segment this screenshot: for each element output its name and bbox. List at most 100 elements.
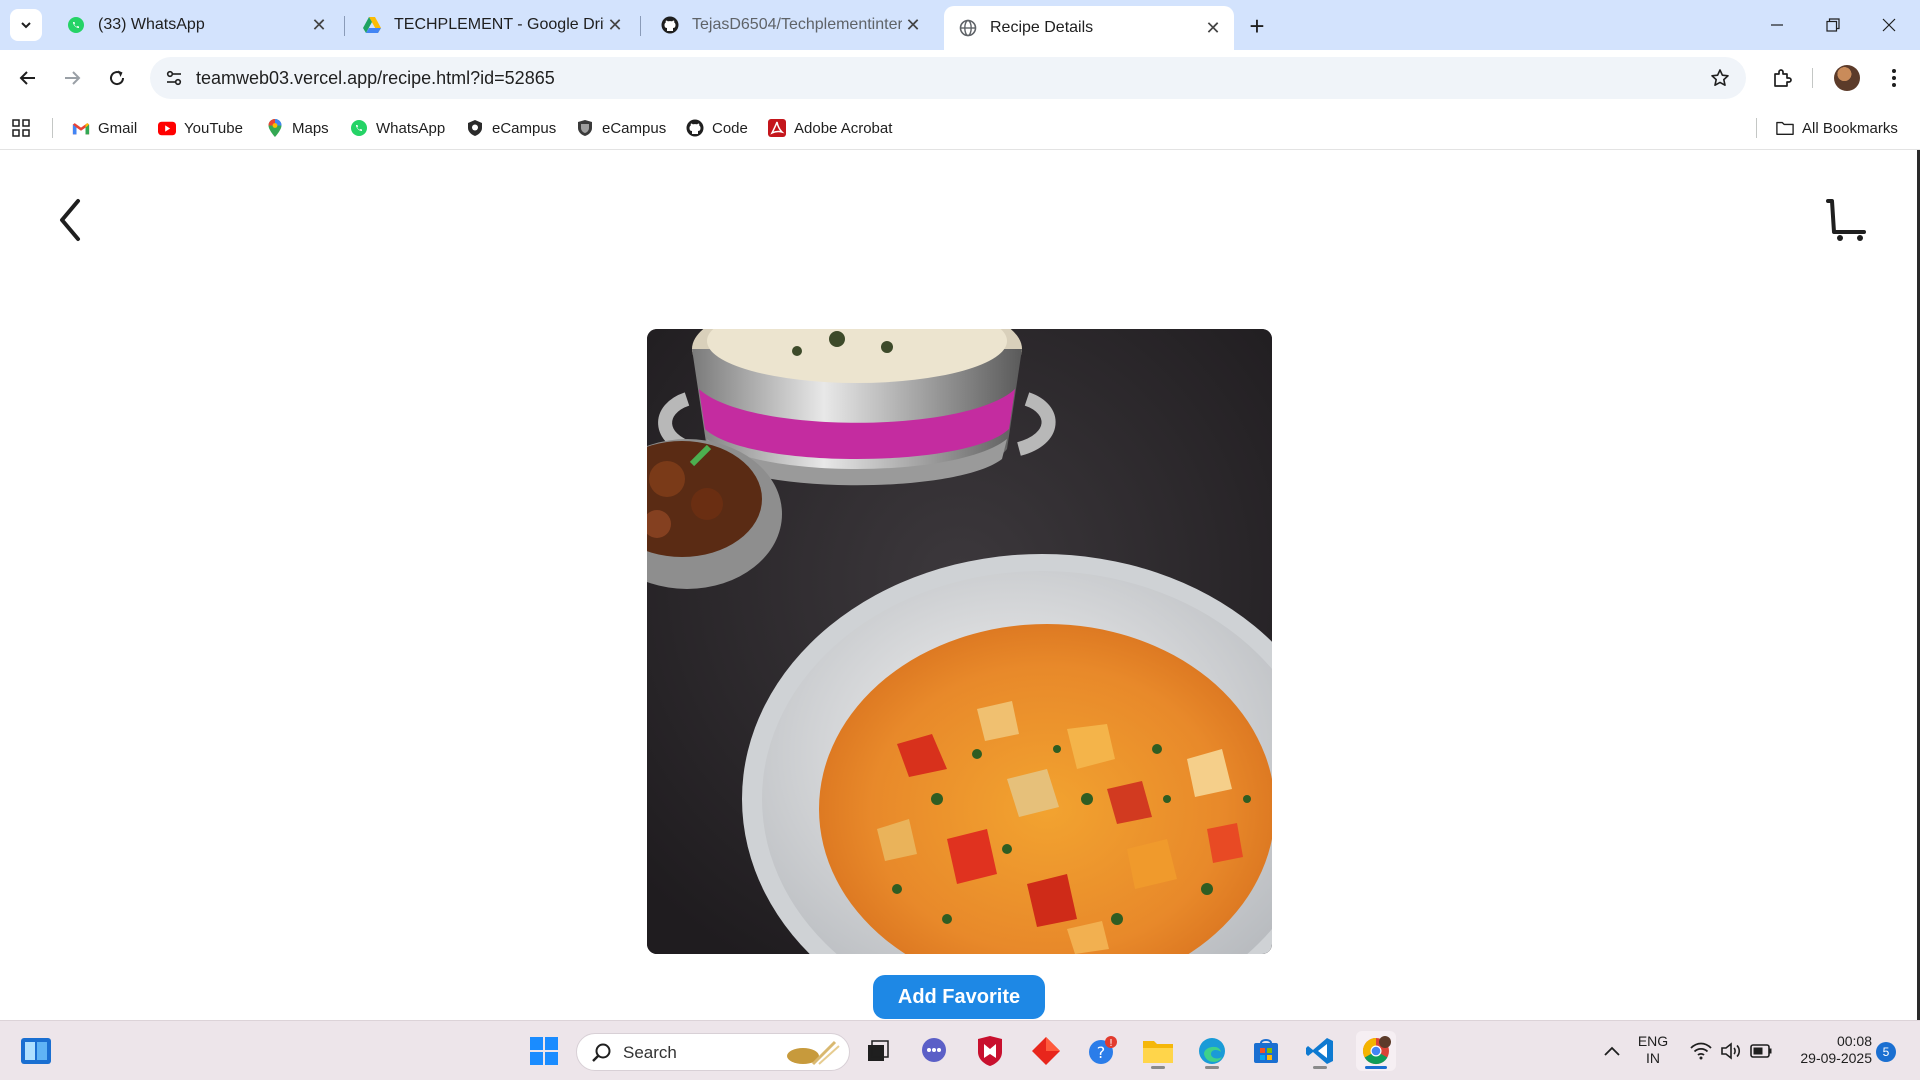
recipe-image [647,329,1272,954]
extensions-icon[interactable] [1768,64,1796,92]
language-indicator[interactable]: ENG IN [1630,1033,1676,1067]
cart-button[interactable] [1824,198,1870,242]
bookmark-adobe-acrobat[interactable]: Adobe Acrobat [768,116,892,140]
close-icon[interactable]: ✕ [604,14,626,36]
store-icon [1254,1039,1278,1063]
menu-kebab-icon[interactable] [1880,64,1908,92]
reload-icon [110,70,125,86]
profile-avatar[interactable] [1834,65,1860,91]
new-tab-button[interactable]: + [1242,11,1272,41]
bookmark-ecampus-2[interactable]: eCampus [576,116,666,140]
start-button[interactable] [524,1031,564,1071]
chat-icon [922,1038,946,1062]
forward-button[interactable] [54,60,90,96]
windows-taskbar: Search ?! ENG IN 00:08 29-09-2025 5 [0,1020,1920,1080]
clock-time: 00:08 [1836,1033,1872,1049]
help-icon: ?! [1089,1036,1117,1064]
bookmark-ecampus[interactable]: eCampus [466,116,556,140]
page-back-button[interactable] [50,198,90,242]
whatsapp-icon [66,15,86,35]
vscode-icon [1306,1038,1333,1064]
mcafee-shield-icon [978,1036,1002,1066]
bookmark-gmail[interactable]: Gmail [72,116,137,140]
bookmark-maps[interactable]: Maps [266,116,329,140]
bookmark-label: Maps [292,119,329,137]
folder-icon [1143,1041,1173,1063]
tab-divider [640,16,641,36]
ecampus-icon [466,119,484,137]
bookmark-whatsapp[interactable]: WhatsApp [350,116,445,140]
clock[interactable]: 00:08 29-09-2025 [1782,1033,1872,1067]
acrobat-icon [768,119,786,137]
widgets-button[interactable] [16,1031,56,1071]
show-hidden-icons-button[interactable] [1592,1031,1632,1071]
mcafee-button[interactable] [970,1031,1010,1071]
browser-toolbar: teamweb03.vercel.app/recipe.html?id=5286… [0,50,1920,106]
youtube-icon [158,119,176,137]
task-view-icon [868,1040,889,1061]
bookmark-star-icon[interactable] [1708,66,1732,90]
tab-github[interactable]: TejasD6504/Techplementinterns ✕ [646,8,934,42]
bookmark-label: eCampus [602,119,667,137]
tab-whatsapp[interactable]: (33) WhatsApp ✕ [52,8,340,42]
close-icon[interactable]: ✕ [902,14,924,36]
chevron-up-icon [1604,1046,1620,1056]
chevron-left-icon [60,199,80,241]
back-button[interactable] [10,60,46,96]
chrome-button[interactable] [1356,1031,1396,1071]
site-info-icon[interactable] [160,64,188,92]
vscode-button[interactable] [1300,1031,1340,1071]
tab-recipe-details[interactable]: Recipe Details ✕ [944,6,1234,50]
language-line-2: IN [1646,1050,1660,1066]
reload-button[interactable] [99,60,135,96]
tab-title: TECHPLEMENT - Google Drive [394,16,604,33]
notification-badge[interactable]: 5 [1876,1042,1896,1062]
minimize-button[interactable] [1754,8,1800,42]
add-favorite-button[interactable]: Add Favorite [873,975,1045,1019]
google-drive-icon [362,15,382,35]
tab-strip: (33) WhatsApp ✕ TECHPLEMENT - Google Dri… [0,0,1920,50]
taskbar-search[interactable]: Search [576,1033,850,1071]
close-window-button[interactable] [1866,8,1912,42]
file-explorer-button[interactable] [1138,1031,1178,1071]
bookmark-youtube[interactable]: YouTube [158,116,243,140]
shield-icon [576,119,594,137]
tab-title: (33) WhatsApp [98,16,205,33]
chevron-down-icon [21,22,31,29]
edge-button[interactable] [1192,1031,1232,1071]
close-icon[interactable]: ✕ [308,14,330,36]
apps-grid-icon [12,119,30,137]
all-bookmarks-button[interactable]: All Bookmarks [1776,116,1898,140]
minimize-icon [1771,24,1783,26]
volume-icon [1721,1042,1741,1060]
cart-icon [1826,199,1866,241]
bookmark-label: WhatsApp [376,119,446,137]
url-path: /recipe.html?id=52865 [377,68,555,88]
address-bar[interactable]: teamweb03.vercel.app/recipe.html?id=5286… [150,57,1746,99]
task-view-button[interactable] [858,1031,898,1071]
tab-search-button[interactable] [10,9,42,41]
close-icon [1882,18,1896,32]
apps-button[interactable] [12,116,38,140]
running-indicator [1205,1066,1219,1069]
bookmark-code[interactable]: Code [686,116,748,140]
app-diamond-button[interactable] [1026,1031,1066,1071]
tab-google-drive[interactable]: TECHPLEMENT - Google Drive ✕ [348,8,636,42]
bookmark-label: Adobe Acrobat [794,119,893,137]
bookmark-divider [1756,118,1757,138]
help-app-button[interactable]: ?! [1082,1031,1122,1071]
system-status-area[interactable] [1676,1031,1786,1071]
edge-icon [1199,1038,1225,1064]
language-line-1: ENG [1637,1033,1669,1049]
search-highlight-icon [787,1040,840,1066]
close-icon[interactable]: ✕ [1202,17,1224,39]
github-icon [660,15,680,35]
tab-divider [344,16,345,36]
chat-app-button[interactable] [914,1031,954,1071]
restore-button[interactable] [1810,8,1856,42]
clock-date: 29-09-2025 [1800,1050,1872,1066]
maps-icon [266,119,284,137]
store-button[interactable] [1246,1031,1286,1071]
curry-dish-illustration [647,329,1272,954]
windows-logo-icon [530,1037,558,1065]
